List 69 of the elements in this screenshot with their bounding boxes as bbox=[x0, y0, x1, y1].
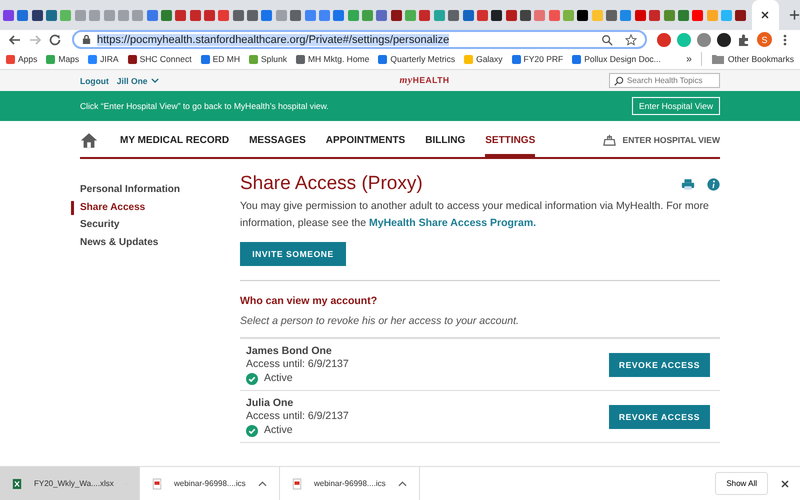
bookmark-link[interactable]: Maps bbox=[46, 54, 80, 64]
banner-text: Click “Enter Hospital View” to go back to MyHealth’s hospital view. bbox=[80, 101, 329, 111]
section-heading: Who can view my account? bbox=[240, 295, 378, 307]
bookmark-folder[interactable]: Other Bookmarks bbox=[710, 53, 794, 65]
show-all-button[interactable]: Show All bbox=[715, 472, 768, 495]
info-icon[interactable] bbox=[707, 178, 720, 190]
reload-icon[interactable] bbox=[48, 32, 62, 46]
nav-tab[interactable]: MESSAGES bbox=[249, 123, 306, 157]
hospital-view-link[interactable]: ENTER HOSPITAL VIEW bbox=[602, 134, 720, 146]
nav-tab[interactable]: SETTINGS bbox=[485, 123, 536, 157]
nav-tab[interactable]: MY MEDICAL RECORD bbox=[120, 123, 230, 157]
download-item[interactable]: FY20_Wkly_Wa....xlsx bbox=[0, 467, 140, 500]
sidebar-item[interactable]: Share Access bbox=[71, 200, 240, 215]
nav-tab[interactable]: APPOINTMENTS bbox=[326, 123, 406, 157]
lock-icon bbox=[82, 34, 91, 45]
site-logo[interactable]: myHEALTH bbox=[399, 75, 450, 86]
bookmark-link[interactable]: Apps bbox=[6, 54, 38, 64]
url-text: https://pocmyhealth.stanfordhealthcare.org/Private#/settings/personalize bbox=[97, 34, 450, 46]
download-item[interactable]: webinar-96998....ics bbox=[140, 467, 280, 500]
bookmark-link[interactable]: JIRA bbox=[88, 54, 119, 64]
calendar-file-icon bbox=[152, 478, 162, 490]
bookmark-link[interactable]: SHC Connect bbox=[128, 54, 192, 64]
close-icon[interactable] bbox=[760, 10, 770, 20]
bookmark-link[interactable]: ED MH bbox=[200, 54, 240, 64]
revoke-button[interactable]: REVOKE ACCESS bbox=[609, 405, 710, 429]
invite-button[interactable]: INVITE SOMEONE bbox=[240, 242, 346, 266]
check-icon bbox=[246, 372, 258, 384]
star-icon[interactable] bbox=[625, 34, 637, 46]
bookmark-link[interactable]: MH Mktg. Home bbox=[296, 54, 370, 64]
section-hint: Select a person to revoke his or her access to your account. bbox=[240, 315, 720, 339]
puzzle-icon[interactable] bbox=[737, 32, 751, 46]
intro-paragraph: You may give permission to another adult to access your medical information via MyHealth. For more information, please see the MyHealth Share Access Program. bbox=[240, 199, 710, 231]
bookmark-link[interactable]: Quarterly Metrics bbox=[378, 54, 456, 64]
more-bookmarks-button[interactable]: » bbox=[686, 54, 692, 64]
search-field[interactable]: Search Health Topics bbox=[609, 73, 720, 88]
program-link[interactable]: MyHealth Share Access Program. bbox=[369, 217, 536, 229]
bookmark-link[interactable]: Splunk bbox=[248, 54, 287, 64]
new-tab-icon[interactable] bbox=[789, 9, 800, 21]
close-icon[interactable] bbox=[780, 478, 790, 488]
proxy-name: James Bond One bbox=[246, 344, 333, 358]
back-icon[interactable] bbox=[8, 32, 22, 46]
search-icon bbox=[614, 76, 624, 86]
access-date: Access until: 6/9/2137 bbox=[246, 410, 349, 424]
nav-tab[interactable]: BILLING bbox=[425, 123, 466, 157]
extension-icon[interactable] bbox=[717, 32, 731, 46]
calendar-file-icon bbox=[292, 478, 302, 490]
status-text: Active bbox=[264, 424, 293, 438]
bookmark-link[interactable]: Galaxy bbox=[464, 54, 503, 64]
check-icon bbox=[246, 424, 258, 436]
status-text: Active bbox=[264, 372, 293, 386]
printer-icon[interactable] bbox=[681, 178, 695, 190]
spreadsheet-file-icon bbox=[12, 478, 22, 490]
sidebar-item[interactable]: Security bbox=[71, 218, 240, 232]
hospital-icon bbox=[602, 134, 617, 146]
sidebar-item[interactable]: News & Updates bbox=[71, 236, 240, 250]
bookmark-link[interactable]: FY20 PRF bbox=[512, 54, 564, 64]
logout-link[interactable]: Logout bbox=[80, 76, 109, 86]
chevron-down-icon[interactable] bbox=[150, 78, 159, 83]
zoom-icon[interactable] bbox=[601, 34, 613, 46]
proxy-name: Julia One bbox=[246, 396, 294, 410]
user-menu[interactable]: Jill One bbox=[116, 76, 159, 86]
bookmark-link[interactable]: Pollux Design Doc... bbox=[572, 54, 661, 64]
download-item[interactable]: webinar-96998....ics bbox=[280, 467, 420, 500]
sidebar-item[interactable]: Personal Information bbox=[71, 183, 240, 198]
revoke-button[interactable]: REVOKE ACCESS bbox=[609, 353, 710, 377]
access-date: Access until: 6/9/2137 bbox=[246, 358, 349, 372]
page-title: Share Access (Proxy) bbox=[240, 173, 424, 195]
folder-icon bbox=[710, 53, 725, 65]
home-icon[interactable] bbox=[80, 132, 98, 148]
